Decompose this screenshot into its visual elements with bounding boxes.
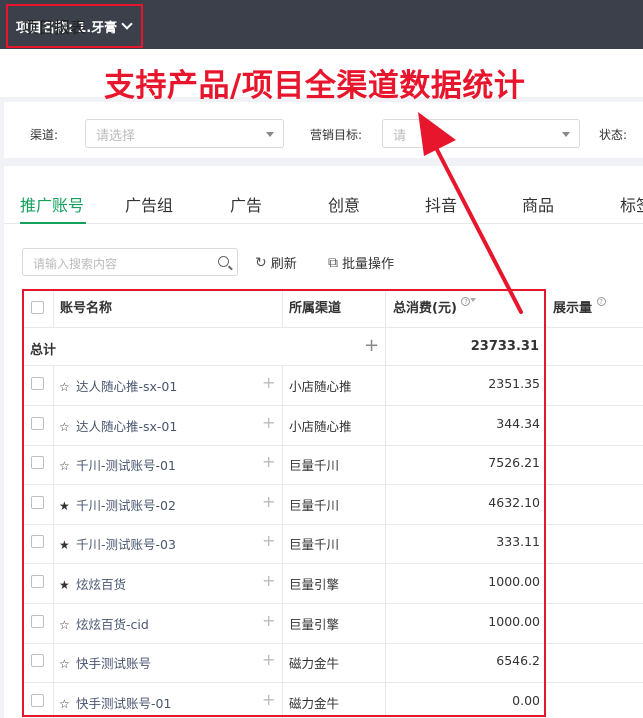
- chevron-down-icon: [121, 17, 133, 30]
- promo-annotation: 支持产品/项目全渠道数据统计: [104, 68, 526, 104]
- batch-icon: ⧉: [328, 254, 338, 271]
- header-impressions[interactable]: 展示量 ?: [553, 297, 606, 316]
- batch-operation-button[interactable]: ⧉ 批量操作: [328, 253, 395, 273]
- page-title: 项目报表: [22, 18, 87, 37]
- tab-products[interactable]: 商品: [522, 192, 554, 216]
- tab-ad-groups[interactable]: 广告组: [125, 192, 173, 216]
- caret-down-icon: [562, 132, 570, 137]
- search-placeholder: 请输入搜索内容: [33, 257, 118, 271]
- tab-accounts[interactable]: 推广账号: [20, 192, 84, 216]
- status-filter-label: 状态:: [599, 128, 628, 142]
- header-impressions-label: 展示量: [553, 301, 593, 316]
- table-highlight-frame: [22, 289, 546, 717]
- batch-label: 批量操作: [342, 257, 395, 272]
- marketing-goal-label: 营销目标:: [310, 128, 363, 142]
- tab-creatives[interactable]: 创意: [328, 192, 360, 216]
- channel-filter-label: 渠道:: [30, 128, 59, 142]
- refresh-icon: ↻: [255, 254, 267, 271]
- caret-down-icon: [266, 132, 274, 137]
- search-icon[interactable]: [218, 256, 229, 267]
- tab-douyin[interactable]: 抖音: [425, 192, 457, 216]
- active-tab-indicator: [20, 222, 86, 224]
- channel-select[interactable]: 请选择: [85, 119, 284, 148]
- refresh-label: 刷新: [270, 257, 297, 272]
- search-input[interactable]: 请输入搜索内容: [22, 248, 238, 276]
- marketing-goal-select[interactable]: 请: [382, 119, 580, 148]
- help-icon[interactable]: ?: [596, 297, 606, 306]
- marketing-goal-placeholder: 请: [393, 129, 407, 144]
- tab-ads[interactable]: 广告: [230, 192, 262, 216]
- refresh-button[interactable]: ↻ 刷新: [255, 253, 297, 273]
- channel-select-placeholder: 请选择: [96, 129, 136, 144]
- tab-tags[interactable]: 标签: [620, 192, 643, 216]
